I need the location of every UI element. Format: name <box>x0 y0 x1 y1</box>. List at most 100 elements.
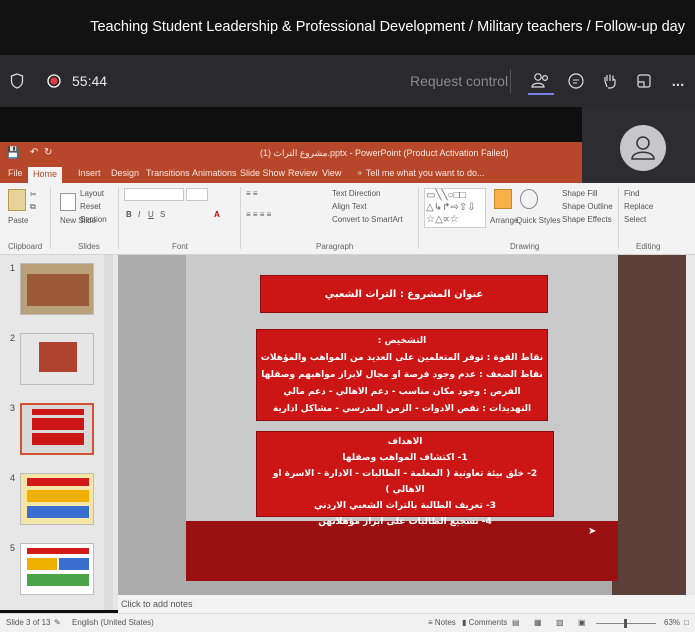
active-indicator <box>528 93 554 95</box>
normal-view-icon[interactable]: ▤ <box>512 614 520 632</box>
tab-design[interactable]: Design <box>111 167 139 180</box>
font-color-icon[interactable]: A <box>214 209 220 220</box>
layout-button[interactable]: Layout <box>80 188 104 199</box>
spelling-icon[interactable]: ✎ <box>54 614 61 632</box>
shadow-icon[interactable]: S <box>160 209 165 220</box>
comments-button[interactable]: ▮ Comments <box>462 614 507 632</box>
arrange-icon[interactable] <box>494 189 512 209</box>
slideshow-icon[interactable]: ▣ <box>578 614 586 632</box>
thumb-number: 1 <box>10 263 16 273</box>
save-icon[interactable]: 💾 <box>6 142 20 164</box>
zoom-slider-thumb[interactable] <box>624 619 627 628</box>
tell-me-search[interactable]: ⚬ Tell me what you want to do... <box>356 167 484 180</box>
meeting-title: Teaching Student Leadership & Profession… <box>0 0 695 55</box>
group-paragraph: Paragraph <box>316 242 354 251</box>
quick-styles-button[interactable]: Quick Styles <box>516 215 560 226</box>
shapes-gallery[interactable]: ▭╲╲○□□ △↳↱⇨⇧⇩ ☆△∝☆ <box>424 188 486 228</box>
goal-item: 2- خلق بيئة تعاونية ( المعلمة - الطالبات… <box>272 469 538 495</box>
replace-button[interactable]: Replace <box>624 201 653 212</box>
participant-video-tile[interactable] <box>582 107 695 195</box>
notes-pane[interactable]: Click to add notes <box>118 595 695 613</box>
italic-icon[interactable]: I <box>138 209 140 220</box>
slide-thumbnail-2[interactable] <box>20 333 94 385</box>
underline-icon[interactable]: U <box>148 209 154 220</box>
group-drawing: Drawing <box>510 242 540 251</box>
tab-review[interactable]: Review <box>288 167 318 180</box>
editor-scrollbar[interactable] <box>686 255 695 595</box>
more-options-icon[interactable]: ... <box>664 55 692 107</box>
align-icon[interactable]: ≡ ≡ ≡ ≡ <box>246 209 271 220</box>
cut-icon[interactable]: ✂ <box>30 189 37 200</box>
redo-icon[interactable]: ↻ <box>44 142 52 164</box>
slide-thumbnail-3-selected[interactable] <box>20 403 94 455</box>
divider <box>50 187 51 249</box>
tab-slide-show[interactable]: Slide Show <box>240 167 285 180</box>
current-slide[interactable]: عنوان المشروع : التراث الشعبي التشخيص : … <box>186 255 618 581</box>
paste-icon[interactable] <box>8 189 26 211</box>
document-title: مشروع التراث (1).pptx - PowerPoint (Prod… <box>260 148 509 158</box>
divider <box>118 187 119 249</box>
group-font: Font <box>172 242 189 251</box>
arrange-button[interactable]: Arrange <box>490 215 518 226</box>
section-button[interactable]: Section <box>80 214 107 225</box>
slide-thumbnail-4[interactable] <box>20 473 94 525</box>
editor-background-image <box>612 255 686 595</box>
language-indicator[interactable]: English (United States) <box>72 614 154 632</box>
slide-thumbnail-1[interactable] <box>20 263 94 315</box>
paste-button[interactable]: Paste <box>8 215 28 226</box>
tab-transitions[interactable]: Transitions <box>146 167 190 180</box>
people-icon[interactable] <box>526 55 556 107</box>
find-button[interactable]: Find <box>624 188 640 199</box>
thumbnail-scrollbar[interactable] <box>104 255 113 610</box>
convert-smartart-button[interactable]: Convert to SmartArt <box>332 214 403 225</box>
copy-icon[interactable]: ⧉ <box>30 201 36 212</box>
diagnosis-line: التهديدات : نقص الادوات - الزمن المدرسي … <box>272 404 532 414</box>
request-control-button[interactable]: Request control <box>410 55 508 107</box>
reading-view-icon[interactable]: ▧ <box>556 614 564 632</box>
thumb-number: 4 <box>10 473 16 483</box>
text-direction-button[interactable]: Text Direction <box>332 188 380 199</box>
quick-styles-icon[interactable] <box>520 189 538 209</box>
chat-icon[interactable] <box>562 55 590 107</box>
slide-sorter-icon[interactable]: ▦ <box>534 614 542 632</box>
font-name-dropdown[interactable] <box>124 188 184 201</box>
diagnosis-box[interactable]: التشخيص : نقاط القوة : توفر المتعلمين عل… <box>256 329 548 421</box>
status-bar: Slide 3 of 13 ✎ English (United States) … <box>0 613 695 632</box>
align-text-button[interactable]: Align Text <box>332 201 367 212</box>
share-tray-icon[interactable] <box>630 55 658 107</box>
tab-animations[interactable]: Animations <box>192 167 237 180</box>
avatar <box>620 125 666 171</box>
tab-insert[interactable]: Insert <box>78 167 101 180</box>
slide-thumbnail-5[interactable] <box>20 543 94 595</box>
notes-button[interactable]: ≡ Notes <box>428 614 456 632</box>
raise-hand-icon[interactable] <box>596 55 624 107</box>
slide-counter: Slide 3 of 13 <box>6 618 51 627</box>
shape-effects-button[interactable]: Shape Effects <box>562 214 612 225</box>
undo-icon[interactable]: ↶ <box>30 142 38 164</box>
shape-fill-button[interactable]: Shape Fill <box>562 188 598 199</box>
tab-file[interactable]: File <box>8 167 23 180</box>
lightbulb-icon: ⚬ <box>356 168 366 178</box>
tab-home[interactable]: Home <box>28 167 63 183</box>
select-button[interactable]: Select <box>624 214 646 225</box>
thumb-box <box>27 574 89 586</box>
thumb-photo <box>39 342 77 372</box>
slide-title-box[interactable]: عنوان المشروع : التراث الشعبي <box>260 275 548 313</box>
divider <box>240 187 241 249</box>
font-size-dropdown[interactable] <box>186 188 208 201</box>
thumb-number: 5 <box>10 543 16 553</box>
fit-slide-icon[interactable]: □ <box>684 614 689 632</box>
bold-icon[interactable]: B <box>126 209 132 220</box>
zoom-level[interactable]: 63% <box>664 614 680 632</box>
tab-view[interactable]: View <box>322 167 341 180</box>
reset-button[interactable]: Reset <box>80 201 101 212</box>
thumb-box <box>27 548 89 554</box>
shield-icon[interactable] <box>6 55 28 107</box>
divider <box>618 187 619 249</box>
bullets-icon[interactable]: ≡ ≡ <box>246 188 258 199</box>
shape-outline-button[interactable]: Shape Outline <box>562 201 613 212</box>
thumb-photo <box>27 274 89 306</box>
meeting-toolbar: 55:44 Request control ... <box>0 55 695 107</box>
goals-box[interactable]: الاهداف 1- اكتشاف المواهب وصقلها 2- خلق … <box>256 431 554 527</box>
new-slide-icon[interactable] <box>60 193 76 211</box>
